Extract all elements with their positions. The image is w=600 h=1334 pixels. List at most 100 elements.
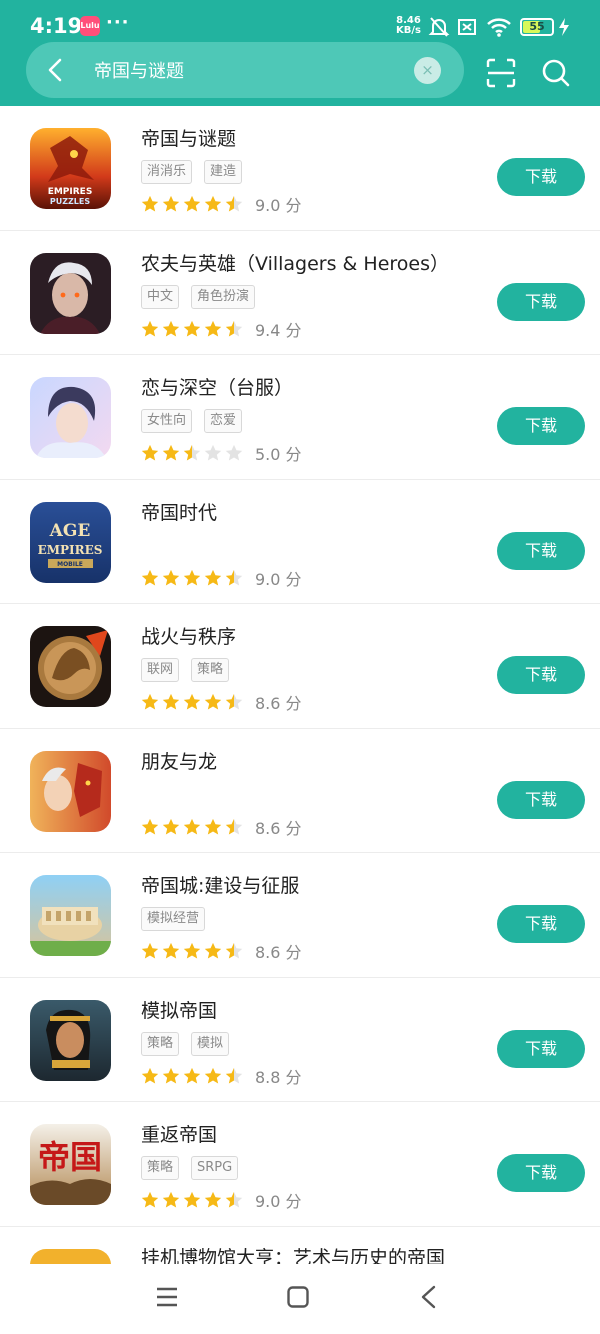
svg-text:PUZZLES: PUZZLES [50, 197, 91, 206]
star-icon [183, 1067, 201, 1084]
app-tag: 模拟经营 [141, 907, 206, 931]
app-rating: 8.6 分 [141, 939, 302, 963]
app-icon-simulated-empire[interactable] [30, 999, 111, 1081]
scan-icon[interactable] [486, 58, 516, 88]
rating-score: 9.4 分 [255, 320, 302, 340]
download-button[interactable]: 下载 [497, 780, 585, 819]
star-rating [141, 942, 243, 960]
app-name[interactable]: 恋与深空（台服） [141, 373, 293, 400]
network-speed: 8.46 KB/s [396, 16, 421, 36]
app-tags: 模拟经营 [141, 907, 206, 931]
star-icon [162, 818, 180, 835]
download-button[interactable]: 下载 [497, 282, 585, 321]
app-icon-love-deepspace[interactable] [30, 377, 111, 458]
rating-score: 9.0 分 [255, 569, 302, 589]
app-tag: 恋爱 [204, 409, 243, 433]
app-rating: 9.0 分 [141, 566, 302, 590]
app-name[interactable]: 战火与秩序 [141, 622, 236, 649]
list-item[interactable]: 帝国 重返帝国 策略 SRPG 9.0 分 下载 [0, 1102, 600, 1227]
star-icon [141, 444, 159, 461]
list-item[interactable]: 帝国城:建设与征服 模拟经营 8.6 分 下载 [0, 853, 600, 978]
status-time: 4:19 [30, 14, 83, 38]
app-tag: 模拟 [191, 1031, 230, 1056]
app-icon-war-and-order[interactable] [30, 626, 111, 707]
download-button[interactable]: 下载 [497, 905, 585, 943]
list-item[interactable]: 朋友与龙 8.6 分 下载 [0, 729, 600, 853]
app-rating: 8.6 分 [141, 815, 302, 839]
download-button[interactable]: 下载 [497, 1029, 585, 1068]
star-icon [162, 1067, 180, 1084]
back-arrow-icon[interactable] [42, 56, 70, 84]
list-item[interactable]: AGE EMPIRES MOBILE 帝国时代 9.0 分 下载 [0, 480, 600, 604]
list-item[interactable]: 农夫与英雄（Villagers & Heroes） 中文 角色扮演 9.4 分 … [0, 231, 600, 355]
star-icon [183, 195, 201, 212]
app-name[interactable]: 模拟帝国 [141, 996, 217, 1023]
star-icon [141, 1191, 159, 1208]
app-name[interactable]: 农夫与英雄（Villagers & Heroes） [141, 249, 449, 276]
rating-score: 9.0 分 [255, 1192, 302, 1211]
svg-text:MOBILE: MOBILE [57, 561, 83, 568]
download-button[interactable]: 下载 [497, 407, 585, 445]
list-item[interactable]: EMPIRES PUZZLES 帝国与谜题 消消乐 建造 9.0 分 下载 [0, 106, 600, 231]
sim-disabled-icon [458, 19, 476, 35]
app-tag: 策略 [191, 658, 230, 682]
list-item[interactable]: 战火与秩序 联网 策略 8.6 分 下载 [0, 604, 600, 729]
rating-score: 8.6 分 [255, 943, 302, 962]
app-icon-idle-museum[interactable] [30, 1248, 111, 1264]
app-icon-return-to-empire[interactable]: 帝国 [30, 1124, 111, 1205]
app-rating: 5.0 分 [141, 441, 302, 465]
app-tags: 消消乐 建造 [141, 160, 243, 184]
app-icon-empires-puzzles[interactable]: EMPIRES PUZZLES [30, 128, 111, 209]
clear-search-button[interactable]: × [414, 57, 441, 84]
app-rating: 8.8 分 [141, 1064, 302, 1088]
download-button[interactable]: 下载 [497, 656, 585, 694]
search-icon[interactable] [541, 58, 571, 88]
star-icon [162, 444, 180, 461]
search-bar[interactable]: 帝国与谜题 × [26, 42, 464, 98]
svg-text:EMPIRES: EMPIRES [38, 543, 103, 557]
app-tag: SRPG [191, 1156, 239, 1180]
app-icon-friends-and-dragons[interactable] [30, 750, 111, 832]
list-item[interactable]: 挂机博物馆大亨：艺术与历史的帝国 [0, 1227, 600, 1265]
nav-back-icon[interactable] [418, 1285, 440, 1309]
home-icon[interactable] [286, 1285, 310, 1309]
app-tags: 策略 模拟 [141, 1031, 230, 1056]
app-name[interactable]: 帝国时代 [141, 498, 217, 525]
wifi-icon [487, 18, 511, 37]
star-icon [183, 1191, 201, 1208]
star-icon [141, 942, 159, 959]
app-tag: 女性向 [141, 409, 193, 433]
list-item[interactable]: 模拟帝国 策略 模拟 8.8 分 下载 [0, 978, 600, 1102]
app-icon-age-of-empires[interactable]: AGE EMPIRES MOBILE [30, 501, 111, 583]
app-name[interactable]: 朋友与龙 [141, 747, 217, 774]
app-name[interactable]: 帝国与谜题 [141, 124, 236, 151]
app-tag: 角色扮演 [191, 284, 256, 309]
download-button[interactable]: 下载 [497, 1154, 585, 1192]
star-rating [141, 569, 243, 587]
app-name[interactable]: 帝国城:建设与征服 [141, 871, 299, 898]
star-icon [162, 1191, 180, 1208]
star-icon [204, 1067, 222, 1084]
app-rating: 8.6 分 [141, 690, 302, 714]
battery-level: 55 [529, 20, 545, 33]
menu-icon[interactable] [155, 1286, 179, 1308]
download-button[interactable]: 下载 [497, 158, 585, 196]
star-icon [204, 693, 222, 710]
app-tag: 联网 [141, 658, 180, 682]
download-button[interactable]: 下载 [497, 531, 585, 570]
app-icon-villagers-heroes[interactable] [30, 252, 111, 334]
rating-score: 8.6 分 [255, 694, 302, 713]
app-rating: 9.0 分 [141, 1188, 302, 1212]
app-name[interactable]: 挂机博物馆大亨：艺术与历史的帝国 [141, 1243, 445, 1265]
list-item[interactable]: 恋与深空（台服） 女性向 恋爱 5.0 分 下载 [0, 355, 600, 480]
app-name[interactable]: 重返帝国 [141, 1120, 217, 1147]
star-rating [141, 444, 243, 462]
search-results-list[interactable]: EMPIRES PUZZLES 帝国与谜题 消消乐 建造 9.0 分 下载 农夫… [0, 106, 600, 1264]
star-icon [225, 1191, 243, 1208]
star-icon [204, 942, 222, 959]
app-tags: 中文 角色扮演 [141, 284, 256, 309]
app-icon-empire-city[interactable] [30, 875, 111, 956]
rating-score: 5.0 分 [255, 445, 302, 464]
star-icon [162, 693, 180, 710]
search-input[interactable]: 帝国与谜题 [94, 57, 184, 83]
